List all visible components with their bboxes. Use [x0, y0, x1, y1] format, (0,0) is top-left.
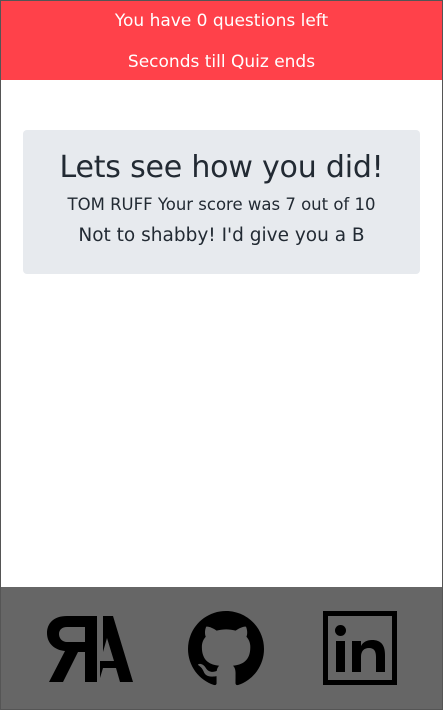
- quiz-app: You have 0 questions left Seconds till Q…: [0, 0, 443, 710]
- score-text: TOM RUFF Your score was 7 out of 10: [67, 195, 376, 214]
- github-link[interactable]: [187, 611, 265, 687]
- quiz-timer-text: Seconds till Quiz ends: [127, 52, 316, 72]
- questions-left-text: You have 0 questions left: [114, 11, 329, 31]
- portfolio-link[interactable]: [45, 612, 133, 686]
- linkedin-icon: [323, 611, 397, 685]
- linkedin-link[interactable]: [323, 611, 397, 685]
- result-card: Lets see how you did! TOM RUFF Your scor…: [23, 130, 420, 274]
- portfolio-logo-icon: [47, 616, 133, 682]
- footer: [1, 587, 442, 709]
- github-icon: [188, 611, 264, 686]
- result-title: Lets see how you did!: [59, 150, 384, 185]
- quiz-status-header: You have 0 questions left Seconds till Q…: [1, 1, 442, 80]
- grade-text: Not to shabby! I'd give you a B: [78, 225, 365, 246]
